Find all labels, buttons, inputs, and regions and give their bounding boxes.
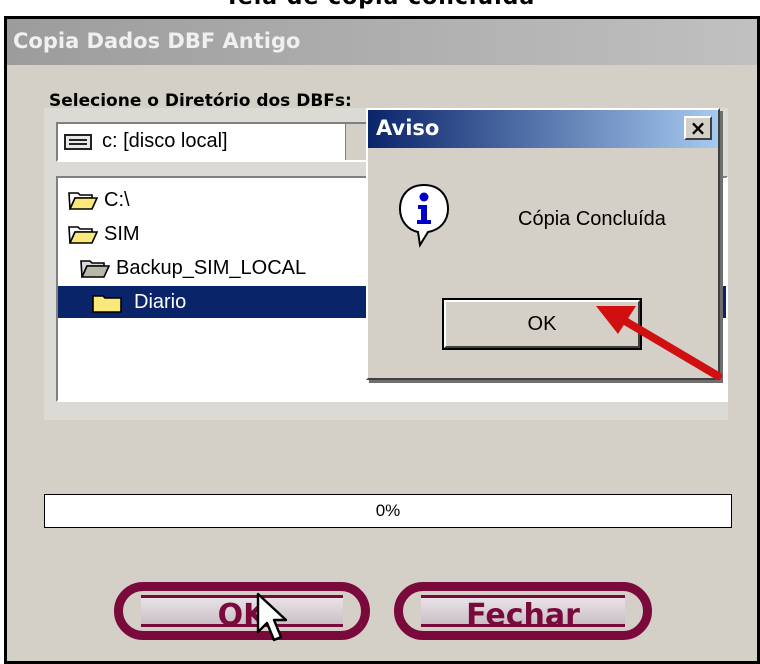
- window-title: Copia Dados DBF Antigo: [13, 29, 301, 53]
- drive-select[interactable]: c: [disco local]: [56, 122, 368, 162]
- screenshot-caption: Tela de cópia concluída: [0, 0, 760, 10]
- annotation-arrow: [596, 306, 722, 380]
- drive-select-value: c: [disco local]: [102, 130, 228, 152]
- tree-item-label: Diario: [134, 291, 187, 313]
- fechar-button[interactable]: Fechar: [394, 582, 652, 640]
- progress-bar: 0%: [44, 494, 732, 528]
- folder-icon: [92, 295, 122, 313]
- drive-dropdown-arrow[interactable]: [345, 124, 366, 160]
- ok-button[interactable]: OK: [114, 582, 370, 640]
- dialog-titlebar[interactable]: Aviso ×: [368, 110, 718, 148]
- close-icon[interactable]: ×: [684, 116, 712, 140]
- info-icon: [398, 183, 450, 248]
- progress-label: 0%: [375, 501, 401, 520]
- open-folder-icon: [68, 226, 98, 244]
- tree-item-label: Backup_SIM_LOCAL: [116, 257, 307, 279]
- open-folder-icon: [80, 260, 110, 278]
- drive-icon: [64, 134, 92, 150]
- window-titlebar[interactable]: Copia Dados DBF Antigo: [7, 19, 757, 65]
- dialog-message: Cópia Concluída: [518, 208, 666, 230]
- fechar-button-label: Fechar: [421, 595, 625, 633]
- mouse-cursor-icon: [256, 592, 288, 642]
- open-folder-icon: [68, 192, 98, 210]
- dialog-title: Aviso: [376, 116, 440, 140]
- tree-item-label: C:\: [104, 189, 130, 211]
- tree-item-label: SIM: [104, 223, 140, 245]
- ok-button-label: OK: [141, 595, 343, 633]
